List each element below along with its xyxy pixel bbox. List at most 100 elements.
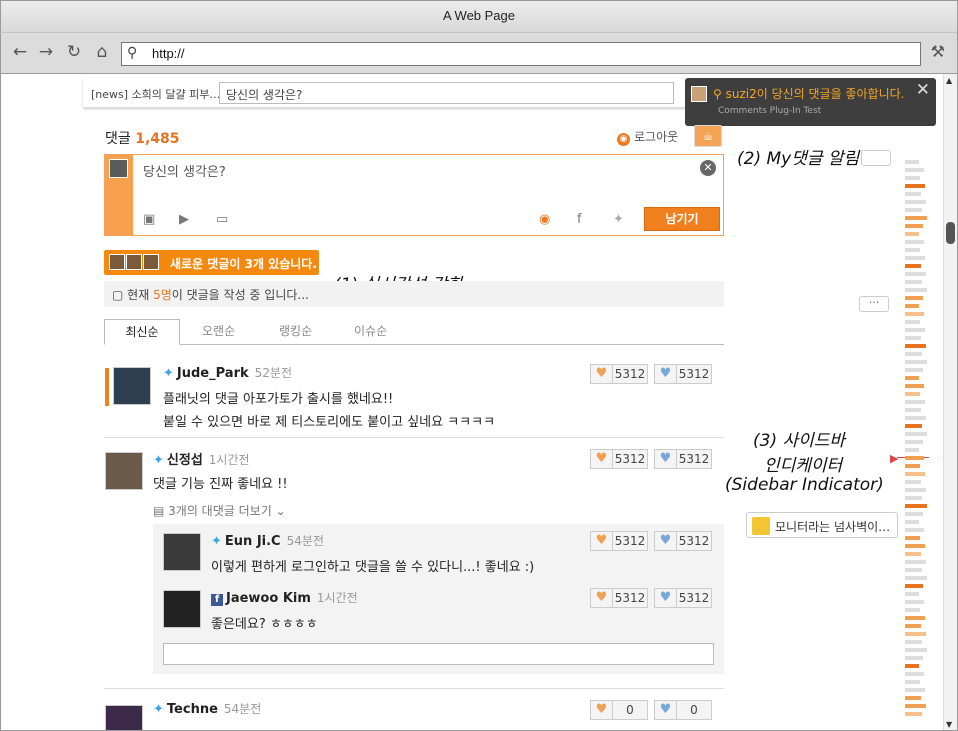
indicator-tick <box>905 344 926 348</box>
reply-text: 이렇게 편하게 로그인하고 댓글을 쓸 수 있다니...! 좋네요 :) <box>211 560 535 575</box>
home-icon[interactable]: ⌂ <box>91 41 113 63</box>
indicator-tick <box>905 248 920 252</box>
comment-input[interactable]: 당신의 생각은? <box>143 161 226 180</box>
indicator-tick <box>905 576 927 580</box>
like-button[interactable]: ♥ 5312 <box>590 588 648 608</box>
tab-latest[interactable]: 최신순 <box>104 319 180 345</box>
url-text: http:// <box>152 46 185 61</box>
avatar <box>691 86 707 102</box>
page-viewport: [news] 소희의 달걀 피부… 당신의 생각은? ⚲ suzi2이 당신의 … <box>0 74 958 731</box>
dislike-button[interactable]: ♥ 5312 <box>654 449 712 469</box>
profile-share-icon[interactable]: ◉ <box>539 212 550 227</box>
indicator-tick <box>905 360 927 364</box>
dislike-button[interactable]: ♥ 5312 <box>654 531 712 551</box>
twitter-icon[interactable]: ✦ <box>613 212 624 227</box>
indicator-tick <box>905 456 924 460</box>
submit-button[interactable]: 남기기 <box>644 207 720 231</box>
reply-author[interactable]: f Jaewoo Kim 1시간전 <box>211 589 358 606</box>
vote-group: ♥ 5312 ♥ 5312 <box>584 531 712 551</box>
annotation-sidebar-2: 인디케이터 <box>764 456 843 476</box>
comment-author[interactable]: ✦ Techne 54분전 <box>153 700 261 717</box>
indicator-tick <box>905 616 925 620</box>
sidebar-indicator[interactable] <box>905 160 929 720</box>
indicator-tick <box>905 584 923 588</box>
indicator-tick <box>905 400 925 404</box>
indicator-tick <box>905 448 919 452</box>
comment-count: 댓글 1,485 <box>105 131 180 147</box>
clear-icon[interactable]: ✕ <box>700 160 716 176</box>
avatar <box>752 517 770 535</box>
indicator-tick <box>905 320 920 324</box>
heart-icon: ♥ <box>591 589 613 607</box>
vote-group: ♥ 5312 ♥ 5312 <box>584 449 712 469</box>
dislike-button[interactable]: ♥ 5312 <box>654 364 712 384</box>
indicator-tick <box>905 488 926 492</box>
broken-heart-icon: ♥ <box>655 589 677 607</box>
indicator-tick <box>905 192 921 196</box>
comment-author[interactable]: ✦ Jude_Park 52분전 <box>163 364 292 381</box>
facebook-icon[interactable]: f <box>577 212 582 227</box>
notification-popup[interactable]: ⚲ suzi2이 당신의 댓글을 좋아합니다. Comments Plug-In… <box>685 78 936 126</box>
scrollbar[interactable]: ▲ ▼ <box>943 74 957 730</box>
broken-heart-icon: ♥ <box>655 701 677 719</box>
reload-icon[interactable]: ↻ <box>63 41 85 63</box>
divider <box>104 437 724 438</box>
indicator-tick <box>905 272 926 276</box>
heart-icon: ♥ <box>591 365 613 383</box>
indicator-tick <box>905 568 922 572</box>
sidebar-preview-bubble[interactable]: 모니터라는 넘사벽이… <box>746 512 898 538</box>
like-button[interactable]: ♥ 5312 <box>590 364 648 384</box>
dislike-button[interactable]: ♥ 0 <box>654 700 712 720</box>
new-comments-badge[interactable]: 새로운 댓글이 3개 있습니다. <box>104 250 319 275</box>
indicator-tick <box>905 552 921 556</box>
indicator-tick <box>905 680 920 684</box>
video-icon[interactable]: ▶ <box>179 212 189 227</box>
indicator-tick <box>905 656 923 660</box>
sidebar-preview-text: 모니터라는 넘사벽이… <box>775 520 891 534</box>
vote-group: ♥ 5312 ♥ 5312 <box>584 364 712 384</box>
indicator-tick <box>905 184 925 188</box>
indicator-tick <box>905 640 922 644</box>
scroll-thumb[interactable] <box>946 222 955 244</box>
indicator-tick <box>905 592 919 596</box>
avatar <box>109 159 128 178</box>
logout-button[interactable]: ◉ 로그아웃 <box>617 128 678 146</box>
indicator-tick <box>905 208 922 212</box>
tab-oldest[interactable]: 오랜순 <box>202 319 235 345</box>
reply-author[interactable]: ✦ Eun Ji.C 54분전 <box>211 532 324 549</box>
back-arrow-icon[interactable]: ← <box>9 41 31 63</box>
more-replies-link[interactable]: ▤ 3개의 대댓글 더보기 ⌄ <box>153 502 286 519</box>
tab-ranking[interactable]: 랭킹순 <box>279 319 312 345</box>
more-icon[interactable]: ··· <box>859 296 889 312</box>
news-input[interactable]: 당신의 생각은? <box>219 82 674 104</box>
indicator-tick <box>905 352 922 356</box>
url-bar[interactable]: ⚲ http:// <box>121 42 921 66</box>
wrench-icon[interactable]: ⚒ <box>931 42 945 61</box>
link-icon[interactable]: ▭ <box>216 212 228 227</box>
comment-author[interactable]: ✦ 신정섭 1시간전 <box>153 449 250 468</box>
scroll-down-icon[interactable]: ▼ <box>946 720 952 729</box>
forward-arrow-icon[interactable]: → <box>35 41 57 63</box>
dislike-button[interactable]: ♥ 5312 <box>654 588 712 608</box>
like-button[interactable]: ♥ 0 <box>590 700 648 720</box>
close-icon[interactable]: ✕ <box>916 80 930 100</box>
tab-issue[interactable]: 이슈순 <box>354 319 387 345</box>
vote-group: ♥ 5312 ♥ 5312 <box>584 588 712 608</box>
indicator-tick <box>905 504 927 508</box>
broken-heart-icon: ♥ <box>655 532 677 550</box>
indicator-tick <box>905 296 923 300</box>
photo-icon[interactable]: ▣ <box>143 212 155 227</box>
like-button[interactable]: ♥ 5312 <box>590 531 648 551</box>
indicator-tick <box>905 160 919 164</box>
indicator-tick <box>905 232 919 236</box>
twitter-icon: ✦ <box>153 702 164 717</box>
indicator-tick <box>905 560 926 564</box>
scroll-up-icon[interactable]: ▲ <box>946 76 952 85</box>
cup-icon[interactable]: ☕ <box>694 125 722 147</box>
reply-input[interactable] <box>163 643 714 665</box>
twitter-icon: ✦ <box>163 366 174 381</box>
indicator-tick <box>905 520 919 524</box>
indicator-tick <box>905 432 927 436</box>
like-button[interactable]: ♥ 5312 <box>590 449 648 469</box>
news-tag[interactable]: [news] 소희의 달걀 피부… <box>91 86 220 102</box>
